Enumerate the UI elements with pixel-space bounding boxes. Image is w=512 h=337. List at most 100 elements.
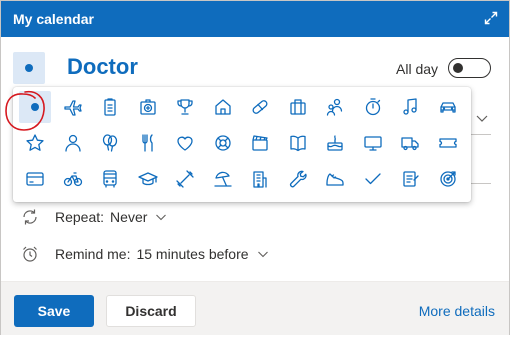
picker-option-star-icon[interactable] — [19, 127, 51, 159]
all-day-toggle[interactable] — [448, 58, 491, 78]
first-aid-icon — [139, 99, 156, 115]
picker-option-book-icon[interactable] — [282, 127, 314, 159]
clapperboard-icon — [252, 135, 268, 151]
target-icon — [439, 171, 456, 187]
picker-option-car-icon[interactable] — [432, 91, 464, 123]
airplane-icon — [63, 100, 82, 116]
building-icon — [253, 171, 267, 188]
bicycle-icon — [63, 172, 82, 187]
window-title: My calendar — [13, 11, 94, 27]
picker-option-trophy-icon[interactable] — [169, 91, 201, 123]
picker-option-graduation-cap-icon[interactable] — [132, 163, 164, 195]
reminder-row[interactable]: Remind me: 15 minutes before — [21, 245, 269, 263]
dot-icon — [31, 103, 39, 111]
picker-option-wrench-icon[interactable] — [282, 163, 314, 195]
cake-icon — [327, 135, 343, 151]
ticket-icon — [438, 138, 457, 148]
picker-option-bus-icon[interactable] — [94, 163, 126, 195]
home-icon — [214, 99, 231, 115]
picker-option-ticket-icon[interactable] — [432, 127, 464, 159]
picker-option-checkmark-icon[interactable] — [357, 163, 389, 195]
graduation-cap-icon — [137, 172, 158, 186]
picker-option-monitor-icon[interactable] — [357, 127, 389, 159]
timer-icon — [365, 98, 380, 116]
sneaker-icon — [326, 173, 344, 186]
music-note-icon — [403, 98, 417, 115]
picker-option-timer-icon[interactable] — [357, 91, 389, 123]
monitor-icon — [363, 136, 382, 151]
calendar-event-dialog: My calendar Doctor All day Repeat: Never… — [0, 0, 510, 335]
expand-icon[interactable] — [481, 8, 501, 28]
event-title[interactable]: Doctor — [67, 54, 138, 80]
picker-option-building-icon[interactable] — [244, 163, 276, 195]
person-icon — [64, 134, 81, 152]
chevron-down-icon[interactable] — [155, 211, 167, 223]
star-icon — [26, 134, 44, 151]
save-button[interactable]: Save — [14, 295, 94, 327]
heart-icon — [177, 136, 193, 151]
picker-option-food-icon[interactable] — [132, 127, 164, 159]
food-icon — [141, 134, 153, 152]
picker-option-clapperboard-icon[interactable] — [244, 127, 276, 159]
category-icon-button[interactable] — [13, 52, 45, 84]
repeat-row[interactable]: Repeat: Never — [21, 208, 167, 226]
picker-option-notepad-icon[interactable] — [394, 163, 426, 195]
car-icon — [439, 102, 456, 113]
book-icon — [289, 135, 306, 152]
picker-option-clipboard-icon[interactable] — [94, 91, 126, 123]
picker-option-pill-icon[interactable] — [244, 91, 276, 123]
picker-option-briefcase-icon[interactable] — [282, 91, 314, 123]
picker-option-sneaker-icon[interactable] — [319, 163, 351, 195]
briefcase-icon — [289, 99, 306, 115]
picker-option-dumbbell-icon[interactable] — [169, 163, 201, 195]
picker-option-lifebuoy-icon[interactable] — [207, 127, 239, 159]
picker-option-credit-card-icon[interactable] — [19, 163, 51, 195]
picker-option-beach-icon[interactable] — [207, 163, 239, 195]
beach-icon — [213, 171, 232, 187]
toggle-knob — [453, 63, 463, 73]
notepad-icon — [403, 171, 419, 187]
bus-icon — [103, 170, 117, 188]
checkmark-icon — [364, 173, 381, 185]
pill-icon — [252, 100, 268, 114]
category-icon-picker — [13, 87, 471, 202]
credit-card-icon — [26, 172, 44, 186]
more-details-link[interactable]: More details — [419, 303, 495, 319]
picker-option-first-aid-icon[interactable] — [132, 91, 164, 123]
picker-option-truck-icon[interactable] — [394, 127, 426, 159]
picker-option-balloon-icon[interactable] — [94, 127, 126, 159]
picker-option-person-icon[interactable] — [57, 127, 89, 159]
picker-option-heart-icon[interactable] — [169, 127, 201, 159]
date-field-underline — [471, 134, 491, 135]
reminder-value[interactable]: 15 minutes before — [136, 246, 248, 262]
picker-option-cake-icon[interactable] — [319, 127, 351, 159]
picker-option-target-icon[interactable] — [432, 163, 464, 195]
wrench-icon — [289, 170, 307, 188]
lifebuoy-icon — [214, 135, 231, 151]
repeat-label: Repeat: — [55, 209, 105, 225]
picker-option-people-icon[interactable] — [319, 91, 351, 123]
truck-icon — [401, 137, 419, 151]
reminder-label: Remind me: — [55, 246, 131, 262]
alarm-clock-icon — [21, 245, 39, 263]
time-field-underline — [471, 183, 491, 184]
balloon-icon — [102, 134, 118, 152]
dot-icon — [25, 64, 33, 72]
dumbbell-icon — [176, 170, 194, 188]
picker-option-bicycle-icon[interactable] — [57, 163, 89, 195]
people-icon — [326, 98, 343, 116]
chevron-down-icon[interactable] — [475, 111, 489, 130]
discard-button[interactable]: Discard — [106, 295, 196, 327]
picker-option-home-icon[interactable] — [207, 91, 239, 123]
all-day-label: All day — [396, 61, 439, 77]
picker-option-music-note-icon[interactable] — [394, 91, 426, 123]
repeat-value[interactable]: Never — [110, 209, 147, 225]
dialog-footer: Save Discard More details — [1, 281, 509, 335]
picker-option-airplane-icon[interactable] — [57, 91, 89, 123]
chevron-down-icon[interactable] — [257, 248, 269, 260]
clipboard-icon — [104, 98, 116, 116]
title-bar: My calendar — [1, 1, 509, 37]
repeat-icon — [21, 208, 39, 226]
picker-option-dot-icon[interactable] — [19, 91, 51, 123]
trophy-icon — [177, 99, 193, 115]
